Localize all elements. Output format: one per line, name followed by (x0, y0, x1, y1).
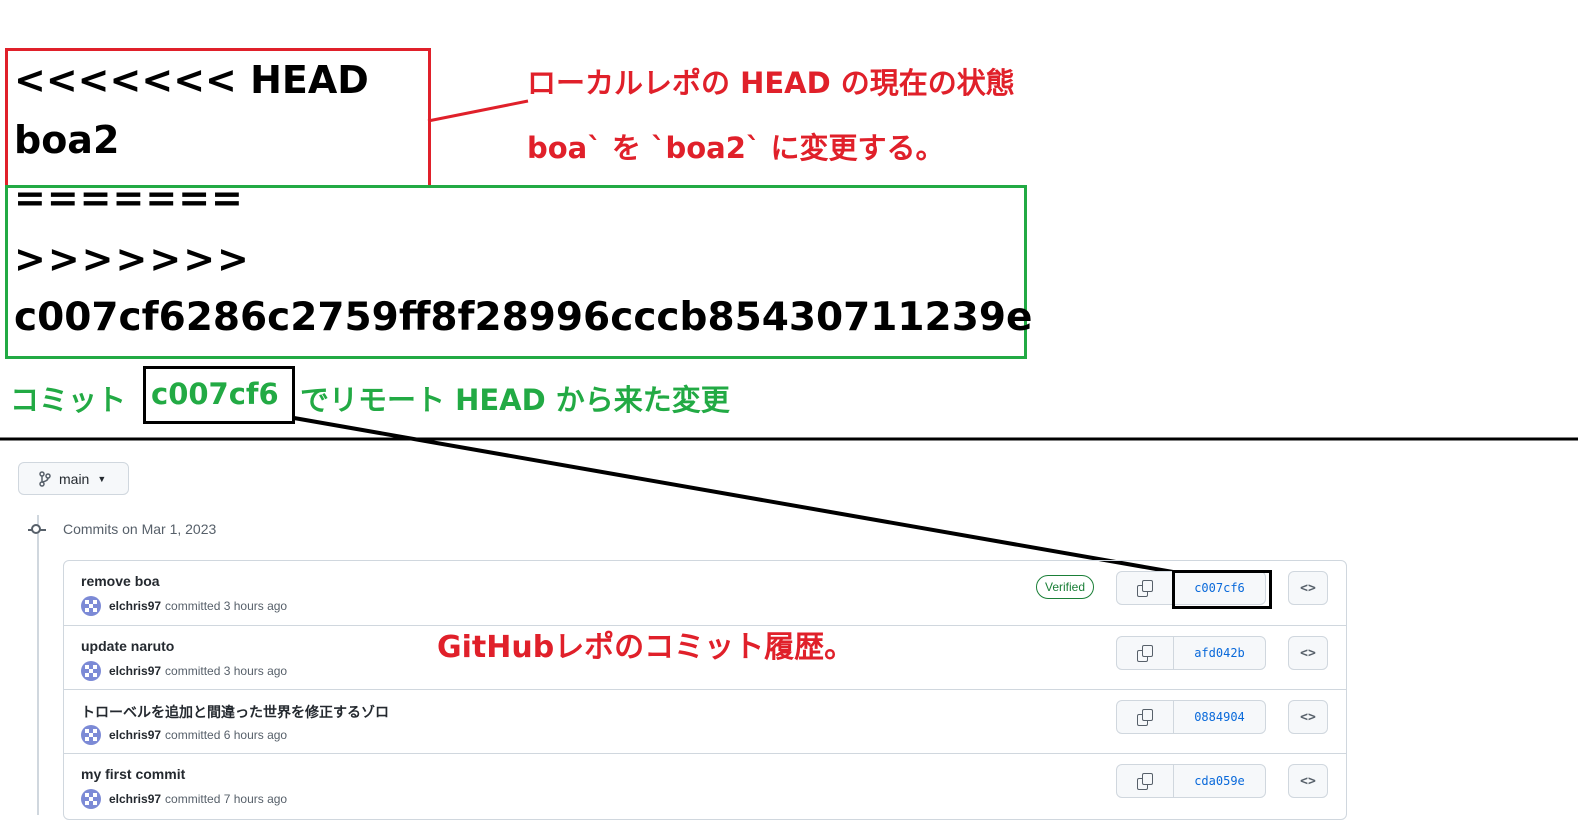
avatar[interactable] (81, 661, 101, 681)
remote-prefix-note: コミット (10, 383, 127, 417)
sha-highlight-box (1172, 570, 1272, 609)
browse-repo-button[interactable]: <> (1288, 700, 1328, 734)
copy-icon (1137, 580, 1153, 597)
browse-repo-button[interactable]: <> (1288, 636, 1328, 670)
commit-time: committed 3 hours ago (165, 664, 288, 678)
commit-meta: elchris97 committed 3 hours ago (81, 596, 287, 616)
copy-icon (1137, 773, 1153, 790)
browse-repo-button[interactable]: <> (1288, 764, 1328, 798)
branch-select-button[interactable]: main ▼ (18, 462, 129, 495)
verified-badge[interactable]: Verified (1036, 575, 1095, 599)
commit-row: トローベルを追加と間違った世界を修正するゾロ elchris97 committ… (64, 689, 1346, 753)
commit-sha-group: cda059e (1116, 764, 1266, 798)
copy-sha-button[interactable] (1117, 765, 1174, 797)
commit-author[interactable]: elchris97 (109, 664, 161, 678)
avatar[interactable] (81, 789, 101, 809)
commit-sha-link[interactable]: afd042b (1174, 637, 1265, 669)
local-state-note: ローカルレポの HEAD の現在の状態 (527, 66, 1015, 100)
commit-message[interactable]: my first commit (81, 766, 185, 782)
commit-node-icon (31, 524, 41, 534)
change-desc-note: boa` を `boa2` に変更する。 (527, 131, 945, 165)
commits-date-heading: Commits on Mar 1, 2023 (63, 521, 217, 537)
commit-meta: elchris97 committed 7 hours ago (81, 789, 287, 809)
commit-sha-group: afd042b (1116, 636, 1266, 670)
commit-author[interactable]: elchris97 (109, 792, 161, 806)
avatar[interactable] (81, 596, 101, 616)
avatar[interactable] (81, 725, 101, 745)
remote-suffix-note: でリモート HEAD から来た変更 (300, 383, 730, 417)
commit-sha-link[interactable]: 0884904 (1174, 701, 1265, 733)
black-connector-line (293, 416, 1174, 574)
copy-sha-button[interactable] (1117, 701, 1174, 733)
commit-row: my first commit elchris97 committed 7 ho… (64, 753, 1346, 817)
git-branch-icon (39, 470, 51, 487)
commit-time: committed 7 hours ago (165, 792, 288, 806)
github-history-note: GitHubレポのコミット履歴。 (437, 630, 855, 665)
branch-name: main (59, 470, 90, 487)
commit-meta: elchris97 committed 3 hours ago (81, 661, 287, 681)
remote-hash-short-note: c007cf6 (151, 377, 279, 411)
commit-time: committed 6 hours ago (165, 728, 288, 742)
commit-list: remove boa elchris97 committed 3 hours a… (63, 560, 1347, 820)
commit-row: remove boa elchris97 committed 3 hours a… (64, 561, 1346, 625)
copy-icon (1137, 645, 1153, 662)
commit-author[interactable]: elchris97 (109, 599, 161, 613)
commit-sha-link[interactable]: cda059e (1174, 765, 1265, 797)
commit-message[interactable]: remove boa (81, 573, 160, 589)
commit-message[interactable]: トローベルを追加と間違った世界を修正するゾロ (81, 702, 389, 722)
copy-icon (1137, 709, 1153, 726)
copy-sha-button[interactable] (1117, 637, 1174, 669)
copy-sha-button[interactable] (1117, 572, 1174, 604)
chevron-down-icon: ▼ (97, 473, 107, 484)
commit-sha-group: 0884904 (1116, 700, 1266, 734)
browse-repo-button[interactable]: <> (1288, 571, 1328, 605)
commit-message[interactable]: update naruto (81, 638, 174, 654)
commit-time: committed 3 hours ago (165, 599, 288, 613)
commit-author[interactable]: elchris97 (109, 728, 161, 742)
commit-timeline (37, 515, 39, 815)
red-connector-line (427, 99, 529, 123)
commit-meta: elchris97 committed 6 hours ago (81, 725, 287, 745)
